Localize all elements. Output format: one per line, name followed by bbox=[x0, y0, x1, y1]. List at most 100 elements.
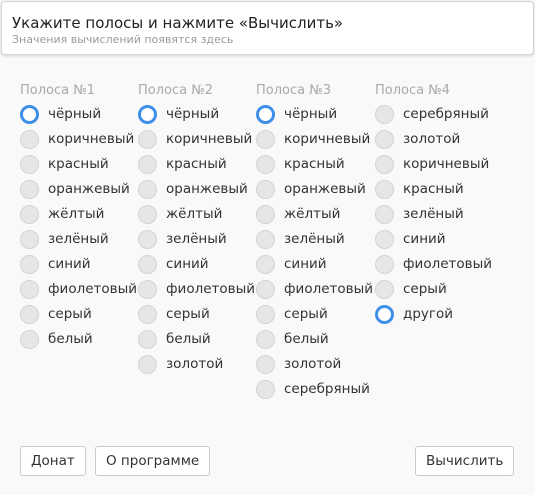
calculate-button[interactable]: Вычислить bbox=[415, 446, 515, 476]
radio-unchecked-icon[interactable] bbox=[256, 279, 275, 299]
option-label: оранжевый bbox=[48, 181, 130, 197]
band-2-option[interactable]: жёлтый bbox=[138, 204, 222, 224]
band-1-option[interactable]: синий bbox=[20, 254, 91, 274]
band-1-option[interactable]: жёлтый bbox=[20, 204, 104, 224]
radio-checked-icon[interactable] bbox=[20, 104, 39, 124]
radio-unchecked-icon[interactable] bbox=[138, 304, 157, 324]
radio-unchecked-icon[interactable] bbox=[20, 229, 39, 249]
band-3-option[interactable]: жёлтый bbox=[256, 204, 340, 224]
band-1-option[interactable]: зелёный bbox=[20, 229, 109, 249]
band-1-option[interactable]: фиолетовый bbox=[20, 279, 137, 299]
band-4-title: Полоса №4 bbox=[375, 83, 451, 98]
band-2-option[interactable]: серый bbox=[138, 304, 210, 324]
band-4-option[interactable]: синий bbox=[375, 229, 446, 249]
about-button[interactable]: О программе bbox=[95, 446, 211, 476]
radio-unchecked-icon[interactable] bbox=[138, 354, 157, 374]
band-3-option[interactable]: белый bbox=[256, 329, 329, 349]
band-3-option[interactable]: золотой bbox=[256, 354, 341, 374]
band-4-option[interactable]: серый bbox=[375, 279, 447, 299]
radio-unchecked-icon[interactable] bbox=[375, 179, 394, 199]
radio-unchecked-icon[interactable] bbox=[256, 304, 275, 324]
radio-unchecked-icon[interactable] bbox=[256, 129, 275, 149]
option-label: фиолетовый bbox=[403, 256, 493, 272]
option-label: красный bbox=[403, 181, 464, 197]
band-2-option[interactable]: чёрный bbox=[138, 104, 219, 124]
band-1-title: Полоса №1 bbox=[20, 83, 96, 98]
radio-unchecked-icon[interactable] bbox=[256, 354, 275, 374]
option-label: жёлтый bbox=[48, 206, 105, 222]
radio-unchecked-icon[interactable] bbox=[20, 129, 39, 149]
radio-unchecked-icon[interactable] bbox=[20, 254, 39, 274]
band-3-option[interactable]: серый bbox=[256, 304, 328, 324]
band-3-option[interactable]: чёрный bbox=[256, 104, 337, 124]
radio-unchecked-icon[interactable] bbox=[20, 279, 39, 299]
radio-unchecked-icon[interactable] bbox=[138, 129, 157, 149]
band-3-option[interactable]: синий bbox=[256, 254, 327, 274]
band-3-option[interactable]: коричневый bbox=[256, 129, 370, 149]
radio-unchecked-icon[interactable] bbox=[256, 229, 275, 249]
radio-unchecked-icon[interactable] bbox=[138, 254, 157, 274]
radio-unchecked-icon[interactable] bbox=[375, 104, 394, 124]
band-2-option[interactable]: зелёный bbox=[138, 229, 227, 249]
radio-unchecked-icon[interactable] bbox=[20, 329, 39, 349]
radio-unchecked-icon[interactable] bbox=[375, 154, 394, 174]
radio-unchecked-icon[interactable] bbox=[256, 379, 275, 399]
band-4-option[interactable]: фиолетовый bbox=[375, 254, 492, 274]
radio-unchecked-icon[interactable] bbox=[20, 179, 39, 199]
radio-unchecked-icon[interactable] bbox=[20, 154, 39, 174]
band-1-option[interactable]: оранжевый bbox=[20, 179, 130, 199]
band-4-option[interactable]: коричневый bbox=[375, 154, 489, 174]
radio-unchecked-icon[interactable] bbox=[375, 279, 394, 299]
band-4-option[interactable]: красный bbox=[375, 179, 464, 199]
radio-checked-icon[interactable] bbox=[256, 104, 275, 124]
radio-unchecked-icon[interactable] bbox=[375, 229, 394, 249]
band-4-option[interactable]: золотой bbox=[375, 129, 460, 149]
radio-unchecked-icon[interactable] bbox=[256, 329, 275, 349]
radio-unchecked-icon[interactable] bbox=[20, 304, 39, 324]
radio-unchecked-icon[interactable] bbox=[138, 179, 157, 199]
band-1-option[interactable]: красный bbox=[20, 154, 109, 174]
band-2-option[interactable]: белый bbox=[138, 329, 211, 349]
band-2-option[interactable]: коричневый bbox=[138, 129, 252, 149]
band-2-title: Полоса №2 bbox=[138, 83, 214, 98]
radio-unchecked-icon[interactable] bbox=[138, 204, 157, 224]
radio-unchecked-icon[interactable] bbox=[138, 154, 157, 174]
radio-unchecked-icon[interactable] bbox=[256, 179, 275, 199]
band-4-option[interactable]: серебряный bbox=[375, 104, 489, 124]
radio-checked-icon[interactable] bbox=[375, 304, 394, 324]
band-4-group: Полоса №4 серебряный золотой коричневый кра… bbox=[375, 82, 492, 324]
band-4-option[interactable]: другой bbox=[375, 304, 453, 324]
band-2-option[interactable]: синий bbox=[138, 254, 209, 274]
radio-unchecked-icon[interactable] bbox=[375, 254, 394, 274]
band-3-option[interactable]: фиолетовый bbox=[256, 279, 373, 299]
radio-unchecked-icon[interactable] bbox=[256, 154, 275, 174]
radio-unchecked-icon[interactable] bbox=[256, 204, 275, 224]
radio-unchecked-icon[interactable] bbox=[20, 204, 39, 224]
band-4-option[interactable]: зелёный bbox=[375, 204, 464, 224]
option-label: жёлтый bbox=[166, 206, 223, 222]
band-1-option[interactable]: чёрный bbox=[20, 104, 101, 124]
option-label: красный bbox=[166, 156, 227, 172]
radio-unchecked-icon[interactable] bbox=[138, 329, 157, 349]
band-2-option[interactable]: красный bbox=[138, 154, 227, 174]
radio-unchecked-icon[interactable] bbox=[138, 229, 157, 249]
option-label: зелёный bbox=[284, 231, 345, 247]
band-3-option[interactable]: серебряный bbox=[256, 379, 370, 399]
band-3-option[interactable]: оранжевый bbox=[256, 179, 366, 199]
radio-unchecked-icon[interactable] bbox=[256, 254, 275, 274]
band-1-option[interactable]: белый bbox=[20, 329, 93, 349]
band-2-option[interactable]: золотой bbox=[138, 354, 223, 374]
radio-checked-icon[interactable] bbox=[138, 104, 157, 124]
radio-unchecked-icon[interactable] bbox=[375, 204, 394, 224]
band-1-option[interactable]: серый bbox=[20, 304, 92, 324]
band-1-option[interactable]: коричневый bbox=[20, 129, 134, 149]
option-label: белый bbox=[166, 331, 211, 347]
band-3-option[interactable]: красный bbox=[256, 154, 345, 174]
option-label: серебряный bbox=[284, 381, 370, 397]
radio-unchecked-icon[interactable] bbox=[375, 129, 394, 149]
band-2-option[interactable]: фиолетовый bbox=[138, 279, 255, 299]
band-3-option[interactable]: зелёный bbox=[256, 229, 345, 249]
band-2-option[interactable]: оранжевый bbox=[138, 179, 248, 199]
radio-unchecked-icon[interactable] bbox=[138, 279, 157, 299]
donate-button[interactable]: Донат bbox=[20, 446, 86, 476]
